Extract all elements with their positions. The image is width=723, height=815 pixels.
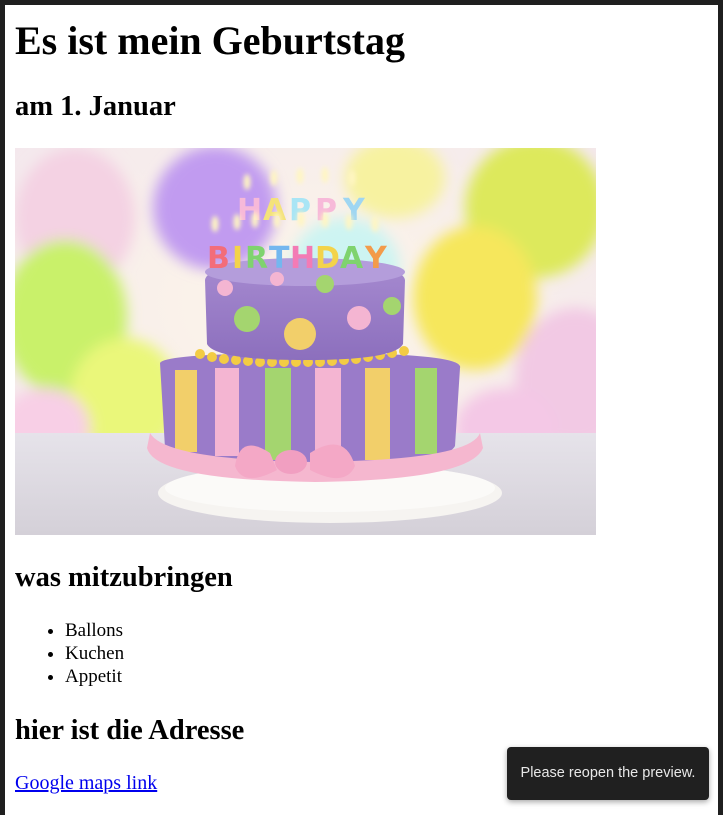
list-item: Kuchen: [65, 642, 124, 665]
svg-text:T: T: [269, 241, 290, 276]
date-heading: am 1. Januar: [15, 91, 176, 122]
bring-heading: was mitzubringen: [15, 562, 233, 593]
svg-text:H: H: [237, 193, 262, 228]
google-maps-link[interactable]: Google maps link: [15, 771, 157, 795]
reopen-preview-toast[interactable]: Please reopen the preview.: [507, 747, 709, 800]
svg-text:Y: Y: [364, 241, 388, 276]
svg-text:D: D: [315, 241, 340, 276]
preview-frame: Es ist mein Geburtstag am 1. Januar H A …: [5, 5, 718, 815]
svg-text:I: I: [232, 241, 243, 276]
list-item: Ballons: [65, 619, 124, 642]
birthday-cake-image: H A P P Y B I R T H D A Y: [15, 148, 596, 535]
svg-text:A: A: [340, 241, 364, 276]
svg-text:H: H: [290, 241, 315, 276]
svg-text:R: R: [245, 241, 268, 276]
bring-list: Ballons Kuchen Appetit: [15, 619, 124, 688]
page-title: Es ist mein Geburtstag: [15, 18, 405, 63]
svg-text:B: B: [207, 241, 230, 276]
address-heading: hier ist die Adresse: [15, 715, 245, 746]
list-item: Appetit: [65, 665, 124, 688]
